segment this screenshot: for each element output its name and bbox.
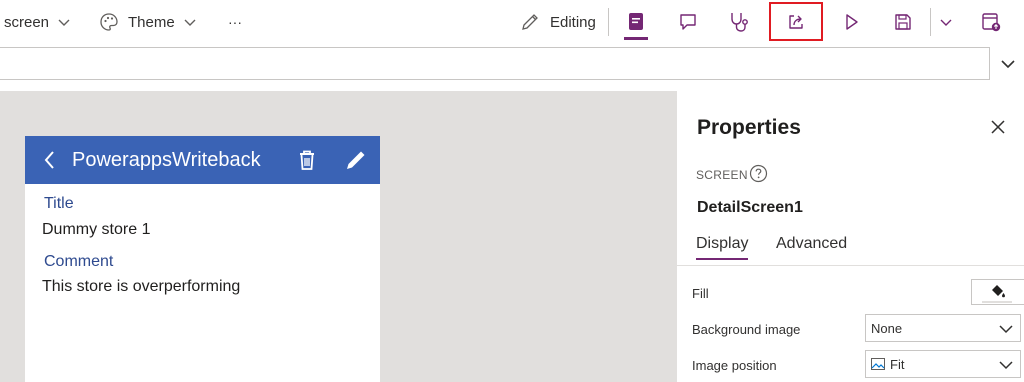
chevron-down-icon: [999, 325, 1013, 334]
theme-dropdown[interactable]: Theme: [99, 0, 197, 44]
close-properties-button[interactable]: [988, 117, 1008, 137]
fill-color-bar: [982, 301, 1012, 303]
background-image-value: None: [871, 321, 903, 336]
tab-advanced[interactable]: Advanced: [776, 235, 847, 253]
preview-app-button[interactable]: [839, 10, 863, 34]
active-tab-indicator: [696, 258, 748, 260]
save-button[interactable]: [891, 10, 915, 34]
chevron-left-icon: [44, 151, 54, 169]
field-label-comment: Comment: [44, 253, 114, 270]
publish-icon: [982, 13, 1001, 32]
fill-label: Fill: [692, 286, 709, 301]
help-icon[interactable]: [749, 164, 768, 183]
field-label-title: Title: [44, 195, 74, 212]
editing-mode-button[interactable]: Editing: [520, 0, 596, 44]
back-icon[interactable]: [38, 148, 62, 172]
chevron-down-icon: [999, 361, 1013, 370]
notebook-icon: [629, 13, 643, 30]
background-image-label: Background image: [692, 322, 801, 337]
comment-icon: [680, 14, 696, 30]
command-bar: screen Theme ··· Editing: [0, 0, 1024, 44]
toolbar-divider: [930, 8, 931, 36]
chevron-down-icon: [1001, 60, 1015, 69]
image-icon: [871, 358, 885, 370]
properties-title: Properties: [697, 116, 801, 139]
tab-display[interactable]: Display: [696, 235, 748, 253]
stethoscope-icon: [731, 13, 748, 32]
field-value-comment: This store is overperforming: [42, 278, 241, 295]
theme-dropdown-label: Theme: [128, 13, 175, 31]
design-canvas[interactable]: PowerappsWriteback Title Dummy store 1 C…: [0, 91, 676, 382]
app-checker-button[interactable]: [624, 10, 648, 34]
chevron-down-icon: [184, 19, 196, 26]
image-position-value: Fit: [890, 357, 905, 372]
pencil-icon: [347, 151, 365, 169]
question-circle-icon: [749, 164, 768, 183]
chevron-down-icon: [58, 19, 70, 26]
close-icon: [991, 120, 1005, 134]
editing-mode-label: Editing: [550, 13, 596, 31]
share-button-highlight: [769, 2, 823, 41]
screen-dropdown[interactable]: screen: [4, 0, 71, 44]
pencil-icon: [522, 14, 538, 30]
screen-dropdown-label: screen: [4, 13, 50, 31]
delete-icon[interactable]: [295, 148, 319, 172]
app-title: PowerappsWriteback: [72, 149, 261, 171]
screen-name: DetailScreen1: [697, 199, 803, 216]
formula-input[interactable]: [0, 47, 990, 80]
publish-button[interactable]: [979, 10, 1003, 34]
image-position-select[interactable]: Fit: [865, 350, 1021, 378]
trash-icon: [300, 150, 314, 170]
expand-formula-button[interactable]: [998, 54, 1018, 74]
tabs-divider: [677, 265, 1024, 266]
image-position-label: Image position: [692, 358, 777, 373]
field-value-title: Dummy store 1: [42, 221, 151, 238]
toolbar-divider: [608, 8, 609, 36]
comments-button[interactable]: [676, 10, 700, 34]
app-health-button[interactable]: [727, 10, 751, 34]
paint-bucket-icon: [992, 285, 1005, 298]
active-tool-indicator: [624, 37, 648, 40]
save-icon: [895, 14, 911, 30]
app-header: PowerappsWriteback: [25, 136, 380, 184]
more-commands-label: ···: [228, 14, 242, 30]
palette-icon: [100, 13, 118, 31]
chevron-down-icon: [940, 19, 952, 26]
edit-icon[interactable]: [344, 148, 368, 172]
save-options-button[interactable]: [934, 10, 958, 34]
app-screen-preview[interactable]: PowerappsWriteback Title Dummy store 1 C…: [25, 136, 380, 382]
fill-color-picker[interactable]: [971, 279, 1024, 305]
more-commands-button[interactable]: ···: [228, 0, 242, 44]
background-image-select[interactable]: None: [865, 314, 1021, 342]
control-type-label: SCREEN: [696, 168, 748, 182]
properties-pane: Properties SCREEN DetailScreen1 Display …: [676, 91, 1024, 382]
play-icon: [846, 14, 858, 30]
